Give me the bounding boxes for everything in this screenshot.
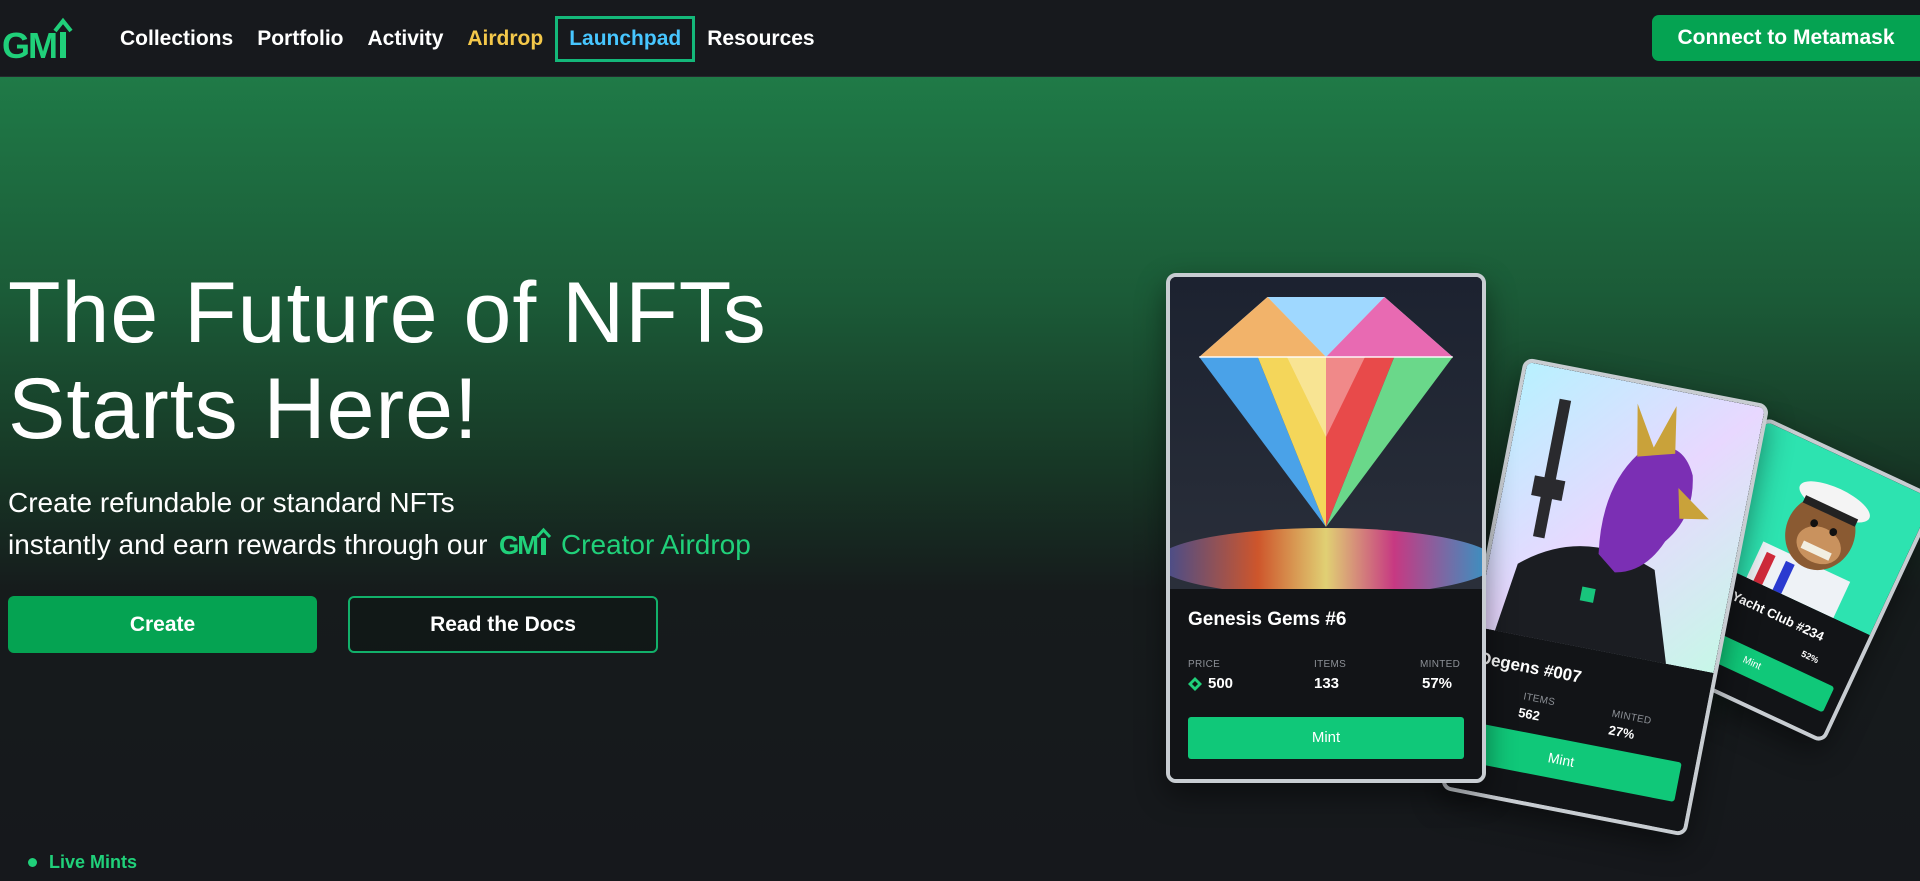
gem-price-value: 500 [1208, 675, 1234, 692]
hero-subtitle-line-1: Create refundable or standard NFTs [8, 487, 455, 518]
read-docs-button[interactable]: Read the Docs [348, 596, 658, 653]
nav-portfolio[interactable]: Portfolio [245, 16, 355, 62]
hero-subtitle-line-2-wrap: instantly and earn rewards through our G… [8, 524, 751, 566]
hero-title-line-2: Starts Here! [8, 361, 479, 457]
diamond-artwork [1170, 277, 1482, 589]
nav-collections[interactable]: Collections [108, 16, 245, 62]
hero-subtitle: Create refundable or standard NFTs insta… [8, 482, 751, 566]
svg-text:GM: GM [2, 25, 56, 62]
gem-card-name: Genesis Gems #6 [1188, 609, 1347, 630]
dragon-artwork [1475, 361, 1765, 674]
hero-subtitle-line-2: instantly and earn rewards through our [8, 529, 488, 560]
live-mints-label: Live Mints [49, 852, 138, 872]
gem-price-label: PRICE [1188, 659, 1221, 670]
price-token-icon [1188, 677, 1202, 691]
creator-airdrop-link[interactable]: Creator Airdrop [561, 529, 751, 560]
gem-minted-value: 57% [1422, 675, 1453, 692]
dragon-minted-value: 27% [1607, 722, 1636, 742]
nft-cards-showcase: d Ape Yacht Club #234 432 52% Mint [1140, 177, 1920, 837]
live-mints-header: Live Mints [28, 852, 137, 873]
gem-items-label: ITEMS [1314, 659, 1347, 670]
gem-minted-label: MINTED [1420, 659, 1461, 670]
hero-section: The Future of NFTs Starts Here! Create r… [0, 77, 1920, 881]
gmi-mini-logo-icon: GM [499, 527, 552, 558]
nft-card-genesis-gems[interactable]: Genesis Gems #6 PRICE 500 ITEMS 133 MINT… [1166, 273, 1486, 783]
gem-items-value: 133 [1314, 675, 1340, 692]
ape-card-minted: 52% [1799, 648, 1821, 666]
hero-title: The Future of NFTs Starts Here! [8, 265, 767, 457]
hero-title-line-1: The Future of NFTs [8, 265, 767, 361]
nav-launchpad[interactable]: Launchpad [555, 16, 696, 62]
top-navbar: GM Collections Portfolio Activity Airdro… [0, 0, 1920, 77]
connect-metamask-button[interactable]: Connect to Metamask [1652, 15, 1920, 61]
nft-card-dragon[interactable]: n Degens #007 ITEMS 562 MINTED 27% Mint [1440, 357, 1770, 837]
nav-activity[interactable]: Activity [356, 16, 456, 62]
gem-card-info: Genesis Gems #6 PRICE 500 ITEMS 133 MINT… [1170, 589, 1482, 779]
live-dot-icon [28, 858, 37, 867]
svg-text:GM: GM [499, 530, 537, 558]
create-button[interactable]: Create [8, 596, 317, 653]
nav-resources[interactable]: Resources [695, 16, 826, 62]
nav-links: Collections Portfolio Activity Airdrop L… [108, 16, 827, 62]
gem-mint-button[interactable]: Mint [1188, 717, 1464, 759]
dragon-items-value: 562 [1517, 704, 1542, 724]
nav-airdrop[interactable]: Airdrop [455, 16, 555, 62]
gmi-logo[interactable]: GM [2, 14, 74, 62]
